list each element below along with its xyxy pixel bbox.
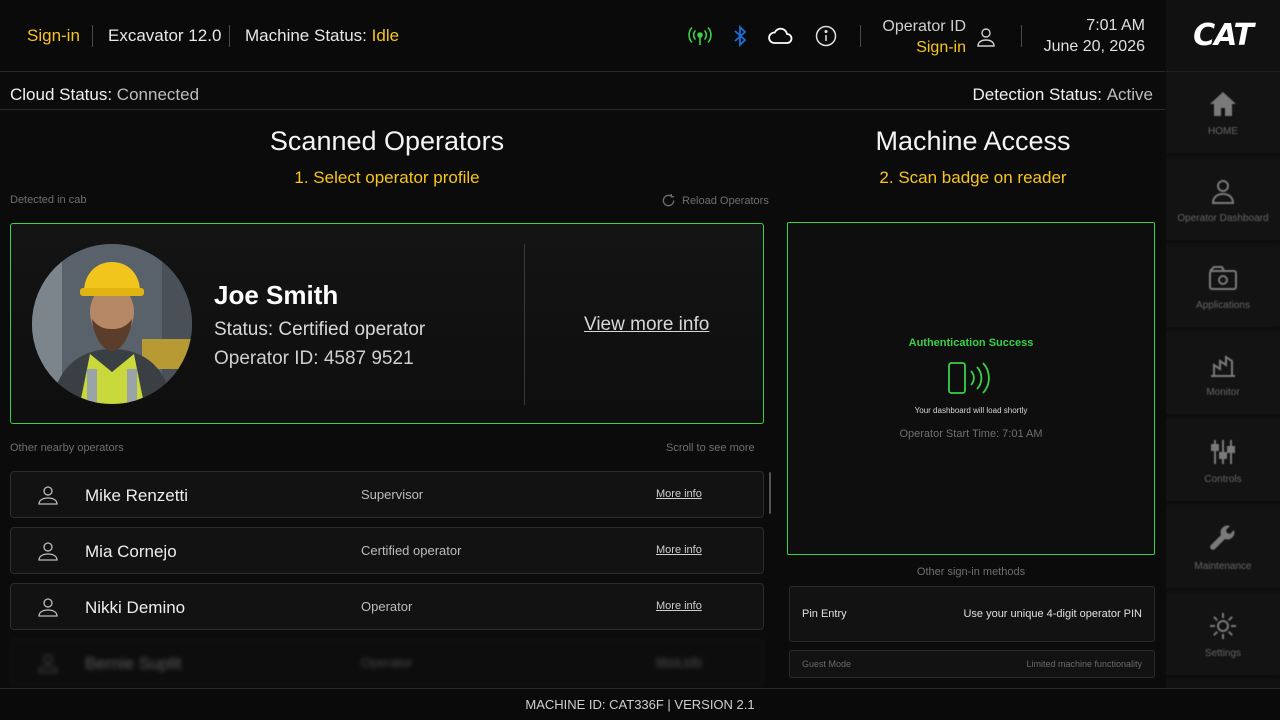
controls-icon xyxy=(1206,435,1240,469)
operator-signin-link[interactable]: Sign-in xyxy=(870,37,966,58)
nav-monitor[interactable]: Monitor xyxy=(1166,333,1280,417)
nav-label: Maintenance xyxy=(1194,561,1252,572)
dashboard-loading-text: Your dashboard will load shortly xyxy=(914,406,1028,415)
home-icon xyxy=(1206,87,1240,121)
other-signin-methods-label: Other sign-in methods xyxy=(916,566,1026,578)
list-item[interactable]: Mia Cornejo Certified operator More info xyxy=(10,527,764,574)
cloud-icon[interactable] xyxy=(767,24,793,48)
step-one-label: 1. Select operator profile xyxy=(294,168,480,187)
scroll-hint: Scroll to see more xyxy=(666,442,755,454)
monitor-icon xyxy=(1206,348,1240,382)
operator-status: Status: Certified operator xyxy=(214,319,426,340)
time-text: 7:01 AM xyxy=(1086,17,1145,34)
clock: 7:01 AM June 20, 2026 xyxy=(1030,15,1145,57)
signin-link[interactable]: Sign-in xyxy=(27,0,80,72)
operator-name: Mike Renzetti xyxy=(85,486,188,505)
method-description: Limited machine functionality xyxy=(1026,659,1142,669)
operator-role: Certified operator xyxy=(361,543,462,558)
nav-applications[interactable]: Applications xyxy=(1166,246,1280,330)
side-navigation: CAT HOME Operator Dashboard Applications… xyxy=(1166,0,1280,720)
machine-status-label: Machine Status: xyxy=(245,26,367,45)
reload-operators-button[interactable]: Reload Operators xyxy=(661,193,769,208)
selected-operator-card[interactable]: Joe Smith Status: Certified operator Ope… xyxy=(10,223,764,424)
operator-name: Bernie Suplit xyxy=(85,654,182,673)
machine-name: Excavator 12.0 xyxy=(108,26,222,45)
operator-role: Supervisor xyxy=(361,487,424,502)
nav-controls[interactable]: Controls xyxy=(1166,420,1280,504)
pin-entry-option[interactable]: Pin Entry Use your unique 4-digit operat… xyxy=(789,586,1155,642)
machine-status-value: Idle xyxy=(371,26,400,45)
nav-label: Settings xyxy=(1204,648,1242,659)
more-info-link[interactable]: More info xyxy=(656,600,702,612)
step-two-label: 2. Scan badge on reader xyxy=(879,168,1067,187)
operator-name: Mia Cornejo xyxy=(85,542,177,561)
operator-role: Operator xyxy=(361,655,413,670)
list-item[interactable]: Nikki Demino Operator More info xyxy=(10,583,764,630)
person-icon xyxy=(38,654,58,673)
nav-label: Monitor xyxy=(1206,387,1240,398)
more-info-link[interactable]: More info xyxy=(656,544,702,556)
view-more-info-link[interactable]: View more info xyxy=(584,314,709,336)
person-icon xyxy=(38,598,58,617)
list-scrollbar[interactable] xyxy=(769,472,771,514)
gear-icon xyxy=(1206,609,1240,643)
nav-operator-dashboard[interactable]: Operator Dashboard xyxy=(1166,159,1280,243)
nav-label: Operator Dashboard xyxy=(1177,213,1269,224)
list-item[interactable]: Mike Renzetti Supervisor More info xyxy=(10,471,764,518)
method-title: Guest Mode xyxy=(802,659,852,669)
more-info-link[interactable]: More info xyxy=(656,656,702,668)
divider xyxy=(92,25,93,47)
more-info-link[interactable]: More info xyxy=(656,488,702,500)
person-icon xyxy=(38,486,58,505)
footer-machine-id: MACHINE ID: CAT336F | VERSION 2.1 xyxy=(0,688,1280,720)
info-icon[interactable] xyxy=(813,24,839,48)
operator-photo xyxy=(32,244,192,404)
bluetooth-icon[interactable] xyxy=(727,24,753,48)
guest-mode-option[interactable]: Guest Mode Limited machine functionality xyxy=(789,650,1155,678)
other-nearby-label: Other nearby operators xyxy=(10,442,124,454)
status-strip: Cloud Status: Connected Detection Status… xyxy=(0,72,1165,110)
detection-status: Detection Status: Active xyxy=(972,85,1154,104)
machine-access-title: Machine Access xyxy=(875,126,1071,156)
scanned-operators-title: Scanned Operators xyxy=(269,126,505,156)
divider xyxy=(1021,25,1022,47)
date-text: June 20, 2026 xyxy=(1043,38,1145,55)
applications-icon xyxy=(1206,261,1240,295)
operator-name: Nikki Demino xyxy=(85,598,186,617)
card-divider xyxy=(524,244,525,405)
user-icon[interactable] xyxy=(973,25,999,49)
operator-start-time: Operator Start Time: 7:01 AM xyxy=(899,428,1043,440)
method-title: Pin Entry xyxy=(802,608,847,620)
wrench-icon xyxy=(1206,522,1240,556)
person-icon xyxy=(38,542,58,561)
operator-name: Joe Smith xyxy=(214,280,339,310)
operator-id: Operator ID: 4587 9521 xyxy=(214,348,414,369)
nav-label: HOME xyxy=(1208,126,1238,137)
operator-icon xyxy=(1206,174,1240,208)
operator-id-label: Operator ID xyxy=(882,18,966,35)
detected-in-cab-label: Detected in cab xyxy=(10,194,87,206)
machine-status: Machine Status: Idle xyxy=(245,0,399,72)
list-item[interactable]: Bernie Suplit Operator More info xyxy=(10,639,764,686)
badge-scan-icon xyxy=(948,362,990,394)
nav-label: Controls xyxy=(1204,474,1242,485)
method-description: Use your unique 4-digit operator PIN xyxy=(963,608,1142,620)
top-bar: Sign-in Excavator 12.0 Machine Status: I… xyxy=(0,0,1165,72)
badge-reader-panel: Authentication Success Your dashboard wi… xyxy=(787,222,1155,555)
nav-home[interactable]: HOME xyxy=(1166,72,1280,156)
operator-role: Operator xyxy=(361,599,413,614)
authentication-success-text: Authentication Success xyxy=(908,337,1034,349)
cat-logo: CAT xyxy=(1166,0,1280,72)
operator-id-block[interactable]: Operator ID Sign-in xyxy=(870,16,966,58)
signal-icon[interactable] xyxy=(687,24,713,48)
nav-settings[interactable]: Settings xyxy=(1166,594,1280,678)
divider xyxy=(860,25,861,47)
divider xyxy=(229,25,230,47)
nav-label: Applications xyxy=(1196,300,1250,311)
nav-maintenance[interactable]: Maintenance xyxy=(1166,507,1280,591)
cloud-status: Cloud Status: Connected xyxy=(10,85,200,104)
reload-icon xyxy=(662,193,675,207)
